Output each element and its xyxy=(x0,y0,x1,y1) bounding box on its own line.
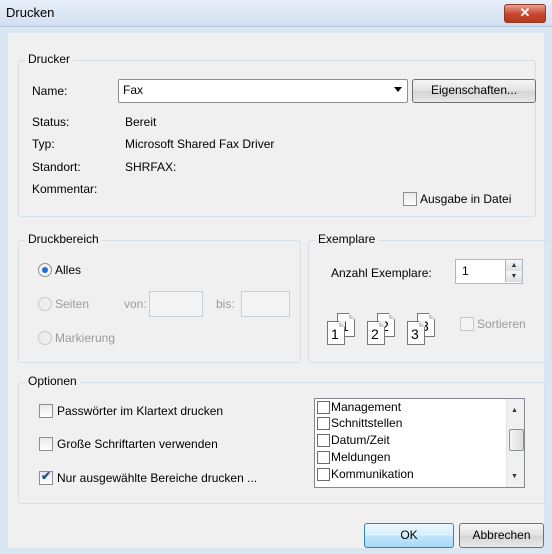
collate-preview-icon: 3 3 xyxy=(407,313,437,349)
close-button[interactable]: ✕ xyxy=(504,4,546,23)
print-range-group-label: Druckbereich xyxy=(25,232,102,246)
range-from-input[interactable] xyxy=(149,291,203,317)
list-item-checkbox[interactable] xyxy=(317,401,330,414)
range-selection-label[interactable]: Markierung xyxy=(55,331,115,345)
page-icon: 2 xyxy=(367,321,385,345)
page-number: 2 xyxy=(371,326,379,342)
spin-up-button[interactable]: ▲ xyxy=(505,260,522,271)
range-selection-radio[interactable] xyxy=(38,331,52,345)
printer-name-label: Name: xyxy=(32,84,68,98)
scroll-up-icon[interactable]: ▲ xyxy=(511,407,518,414)
range-to-input[interactable] xyxy=(241,291,290,317)
close-icon: ✕ xyxy=(519,5,531,20)
printer-group-label: Drucker xyxy=(25,52,74,66)
range-pages-label[interactable]: Seiten xyxy=(55,297,89,311)
arrow-down-icon: ▼ xyxy=(510,273,518,280)
page-number: 1 xyxy=(331,326,339,342)
ok-button-label: OK xyxy=(400,528,418,542)
list-scrollbar[interactable]: ▲ ▼ xyxy=(506,399,524,487)
copies-count-stepper[interactable]: 1 ▲ ▼ xyxy=(455,259,523,284)
options-list[interactable]: Management Schnittstellen Datum/Zeit Mel… xyxy=(314,398,525,488)
status-value: Bereit xyxy=(125,115,157,129)
print-to-file-checkbox[interactable] xyxy=(403,192,417,206)
collate-preview-icon: 2 2 xyxy=(367,313,397,349)
arrow-up-icon: ▲ xyxy=(510,262,518,269)
check-icon: ✔ xyxy=(41,469,52,483)
status-label: Status: xyxy=(32,115,70,129)
dialog-body: Drucker Name: Fax Eigenschaften... Statu… xyxy=(8,33,552,548)
range-all-label[interactable]: Alles xyxy=(55,263,81,277)
collate-preview-icon: 1 1 xyxy=(327,313,357,349)
option-checkbox[interactable]: ✔ xyxy=(39,469,53,485)
list-item-label: Meldungen xyxy=(331,450,391,464)
title-bar: Drucken ✕ xyxy=(0,0,552,27)
range-to-label: bis: xyxy=(216,297,235,311)
page-icon: 1 xyxy=(327,321,345,345)
chevron-down-icon xyxy=(394,87,402,92)
list-item-checkbox[interactable] xyxy=(317,468,330,481)
comment-label: Kommentar: xyxy=(32,182,98,196)
list-item-label: Kommunikation xyxy=(331,467,414,481)
printer-name-select[interactable]: Fax xyxy=(118,79,408,103)
option-checkbox[interactable] xyxy=(39,404,53,418)
option-label[interactable]: Große Schriftarten verwenden xyxy=(57,437,218,451)
spin-down-button[interactable]: ▼ xyxy=(505,271,522,282)
options-group-label: Optionen xyxy=(25,374,80,388)
printer-name-value: Fax xyxy=(123,83,144,97)
collate-label[interactable]: Sortieren xyxy=(477,317,526,331)
list-item-label: Schnittstellen xyxy=(331,416,403,430)
range-pages-radio[interactable] xyxy=(38,297,52,311)
cancel-button[interactable]: Abbrechen xyxy=(459,523,544,548)
ok-button[interactable]: OK xyxy=(364,523,454,548)
type-label: Typ: xyxy=(32,137,55,151)
window-title: Drucken xyxy=(6,5,55,20)
properties-button-label: Eigenschaften... xyxy=(430,83,518,97)
type-value: Microsoft Shared Fax Driver xyxy=(125,137,275,151)
page-number: 3 xyxy=(411,326,419,342)
cancel-button-label: Abbrechen xyxy=(472,528,531,542)
radio-dot-icon xyxy=(42,267,48,273)
range-all-radio[interactable] xyxy=(38,263,52,277)
list-item-label: Management xyxy=(331,400,402,414)
copies-group-label: Exemplare xyxy=(315,232,379,246)
option-label[interactable]: Passwörter im Klartext drucken xyxy=(57,404,223,418)
page-icon: 3 xyxy=(407,321,425,345)
copies-count-label: Anzahl Exemplare: xyxy=(331,266,432,280)
list-item-checkbox[interactable] xyxy=(317,434,330,447)
scroll-thumb[interactable] xyxy=(509,429,524,451)
location-value: SHRFAX: xyxy=(125,160,177,174)
list-item-checkbox[interactable] xyxy=(317,451,330,464)
option-label[interactable]: Nur ausgewählte Bereiche drucken ... xyxy=(57,471,257,485)
range-from-label: von: xyxy=(124,297,147,311)
list-item-label: Datum/Zeit xyxy=(331,433,390,447)
list-item-checkbox[interactable] xyxy=(317,417,330,430)
collate-checkbox[interactable] xyxy=(460,317,474,331)
location-label: Standort: xyxy=(32,160,81,174)
option-checkbox[interactable] xyxy=(39,437,53,451)
print-to-file-label[interactable]: Ausgabe in Datei xyxy=(420,192,511,206)
copies-count-value: 1 xyxy=(462,264,469,278)
properties-button[interactable]: Eigenschaften... xyxy=(412,79,536,103)
scroll-down-icon[interactable]: ▼ xyxy=(511,473,518,480)
